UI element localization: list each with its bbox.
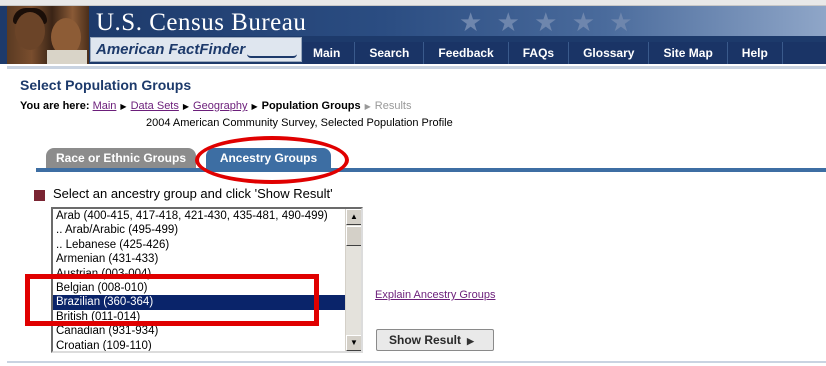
breadcrumb-data-sets[interactable]: Data Sets — [131, 100, 179, 112]
red-box-annotation — [25, 274, 319, 326]
tab-race-or-ethnic-groups[interactable]: Race or Ethnic Groups — [46, 148, 196, 168]
nav-glossary[interactable]: Glossary — [569, 42, 650, 64]
factfinder-logo[interactable]: American FactFinder — [90, 37, 302, 62]
main-nav: Main Search Feedback FAQs Glossary Site … — [303, 42, 826, 64]
explain-ancestry-link[interactable]: Explain Ancestry Groups — [375, 289, 495, 301]
list-item[interactable]: Croatian (109-110) — [53, 339, 347, 351]
list-item[interactable]: Armenian (431-433) — [53, 252, 347, 266]
listbox-scrollbar[interactable]: ▲ ▼ — [345, 209, 361, 351]
play-arrow-icon: ▶ — [467, 336, 474, 346]
page-title: Select Population Groups — [20, 77, 192, 93]
scroll-up-icon[interactable]: ▲ — [346, 209, 361, 225]
nav-site-map[interactable]: Site Map — [649, 42, 728, 64]
list-item[interactable]: .. Arab/Arabic (495-499) — [53, 223, 347, 237]
show-result-button[interactable]: Show Result ▶ — [376, 329, 494, 351]
breadcrumb-arrow-icon: ▶ — [364, 102, 371, 111]
red-circle-annotation — [195, 136, 349, 184]
bullet-icon — [34, 190, 45, 201]
survey-subtitle: 2004 American Community Survey, Selected… — [146, 117, 453, 129]
breadcrumb: You are here: Main ▶ Data Sets ▶ Geography ▶ P… — [20, 100, 411, 112]
list-item[interactable]: Arab (400-415, 417-418, 421-430, 435-481… — [53, 209, 347, 223]
breadcrumb-geography[interactable]: Geography — [193, 100, 247, 112]
breadcrumb-label: You are here: — [20, 100, 90, 112]
nav-search[interactable]: Search — [355, 42, 425, 64]
factfinder-logo-text: American FactFinder — [96, 41, 246, 58]
list-item[interactable]: Canadian (931-934) — [53, 324, 347, 338]
tab-underline — [36, 168, 826, 172]
breadcrumb-current: Population Groups — [261, 100, 361, 112]
stars-decoration: ★ ★ ★ ★ ★ — [459, 8, 636, 38]
nav-faqs[interactable]: FAQs — [509, 42, 570, 64]
breadcrumb-arrow-icon: ▶ — [182, 102, 190, 111]
header: ★ ★ ★ ★ ★ U.S. Census Bureau American Fa… — [0, 6, 826, 64]
show-result-label: Show Result — [389, 333, 462, 347]
instruction-text: Select an ancestry group and click 'Show… — [53, 186, 333, 201]
site-title[interactable]: U.S. Census Bureau — [96, 9, 306, 37]
nav-feedback[interactable]: Feedback — [424, 42, 509, 64]
list-item[interactable]: .. Lebanese (425-426) — [53, 238, 347, 252]
logo-swoosh-icon — [247, 54, 297, 58]
scroll-thumb[interactable] — [346, 226, 361, 246]
breadcrumb-results: Results — [374, 100, 412, 112]
header-separator — [7, 66, 826, 69]
nav-help[interactable]: Help — [728, 42, 783, 64]
header-photo — [7, 6, 89, 64]
breadcrumb-arrow-icon: ▶ — [251, 102, 258, 111]
footer-separator — [7, 361, 826, 363]
breadcrumb-main[interactable]: Main — [93, 100, 117, 112]
scroll-down-icon[interactable]: ▼ — [346, 335, 361, 351]
breadcrumb-arrow-icon: ▶ — [120, 102, 127, 111]
nav-main[interactable]: Main — [303, 42, 356, 64]
